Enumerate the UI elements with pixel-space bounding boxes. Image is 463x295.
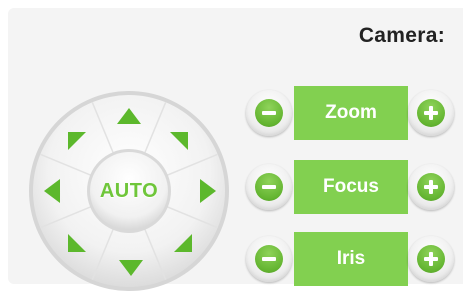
pan-up-button[interactable] (112, 102, 146, 136)
arrow-right-icon (200, 179, 216, 203)
auto-button[interactable]: AUTO (88, 154, 170, 228)
zoom-label: Zoom (294, 86, 408, 140)
plus-icon (417, 99, 445, 127)
iris-control: Iris (246, 232, 456, 286)
pan-up-left-button[interactable] (60, 124, 94, 158)
camera-title: Camera: (358, 24, 445, 47)
plus-icon (417, 245, 445, 273)
zoom-control: Zoom (246, 86, 456, 140)
arrow-left-icon (44, 179, 60, 203)
pan-down-button[interactable] (114, 250, 148, 284)
minus-icon (255, 173, 283, 201)
zoom-in-button[interactable] (408, 90, 454, 136)
pan-up-right-button[interactable] (162, 124, 196, 158)
zoom-out-button[interactable] (246, 90, 292, 136)
ptz-dial: AUTO (26, 88, 232, 294)
arrow-down-left-icon (68, 234, 86, 252)
iris-open-button[interactable] (408, 236, 454, 282)
iris-close-button[interactable] (246, 236, 292, 282)
plus-icon (417, 173, 445, 201)
pan-down-right-button[interactable] (166, 226, 200, 260)
arrow-down-right-icon (174, 234, 192, 252)
minus-icon (255, 99, 283, 127)
pan-right-button[interactable] (190, 174, 224, 208)
focus-near-button[interactable] (246, 164, 292, 210)
pan-down-left-button[interactable] (60, 226, 94, 260)
pan-left-button[interactable] (36, 174, 70, 208)
arrow-down-icon (119, 260, 143, 276)
focus-far-button[interactable] (408, 164, 454, 210)
minus-icon (255, 245, 283, 273)
arrow-up-left-icon (68, 132, 86, 150)
focus-control: Focus (246, 160, 456, 214)
iris-label: Iris (294, 232, 408, 286)
arrow-up-right-icon (170, 132, 188, 150)
focus-label: Focus (294, 160, 408, 214)
arrow-up-icon (117, 108, 141, 124)
